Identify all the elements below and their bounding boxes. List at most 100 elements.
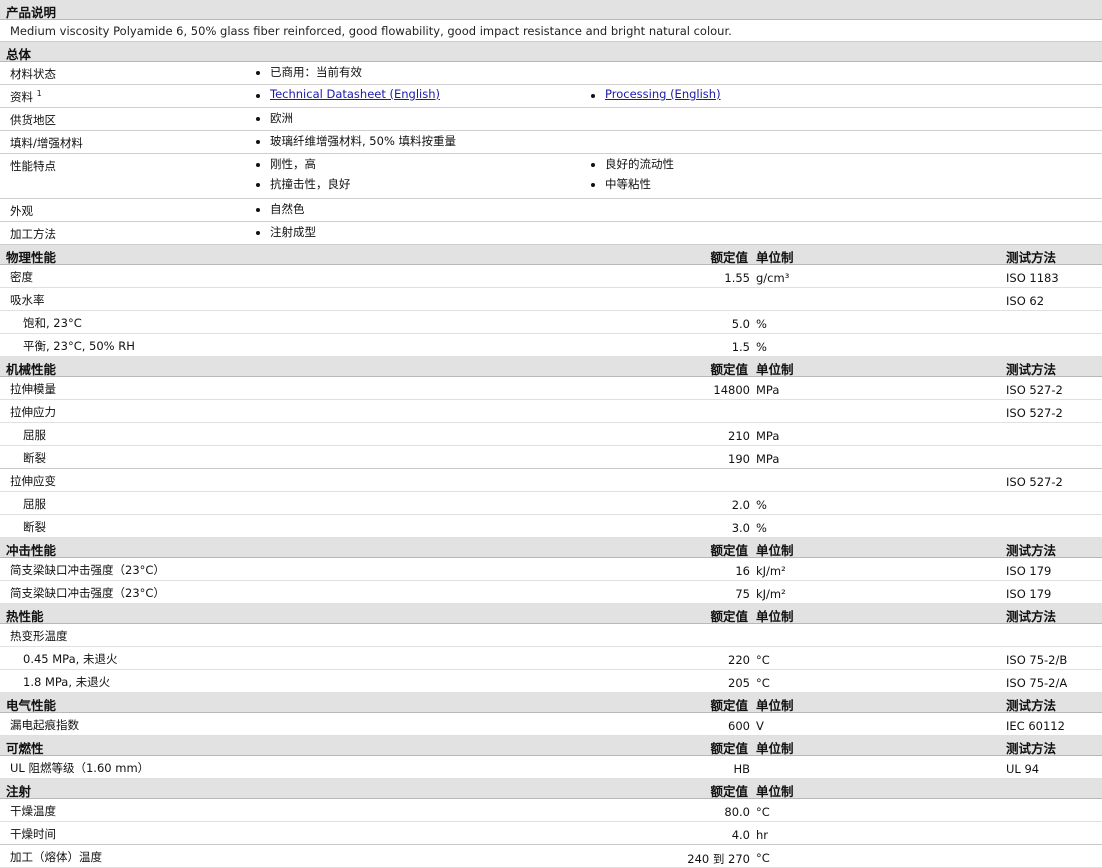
property-value: 14800 <box>713 383 750 397</box>
property-value: 205 <box>728 676 750 690</box>
nominal-value-header: 额定值 <box>710 250 748 265</box>
unit-header: 单位制 <box>756 698 794 713</box>
general-row-label-text: 供货地区 <box>10 113 56 127</box>
general-row-label-text: 资料 <box>10 90 33 104</box>
property-row: 简支梁缺口冲击强度（23°C） 75 kJ/m² ISO 179 <box>0 581 1102 604</box>
section-header: 热性能 额定值 单位制 测试方法 <box>0 604 1102 624</box>
property-value: 75 <box>735 587 750 601</box>
unit-header: 单位制 <box>756 362 794 377</box>
footnote-marker: 1 <box>36 89 42 99</box>
general-row-label-text: 材料状态 <box>10 67 56 81</box>
general-row-values: Technical Datasheet (English) Processing … <box>246 85 1102 107</box>
bullet-text: 玻璃纤维增强材料, 50% 填料按重量 <box>270 134 457 148</box>
datasheet-link[interactable]: Processing (English) <box>605 87 721 101</box>
property-row: 断裂 3.0% <box>0 515 1102 538</box>
bullet-item: 中等粘性 <box>581 176 1102 196</box>
general-row: 性能特点 刚性，高 良好的流动性抗撞击性，良好 中等粘性 <box>0 154 1102 199</box>
property-row: 1.8 MPa, 未退火 205 °C ISO 75-2/A <box>0 670 1102 693</box>
general-row-label: 材料状态 <box>0 62 246 84</box>
general-row-label-text: 加工方法 <box>10 227 56 241</box>
property-value: 1.55 <box>724 271 750 285</box>
general-rows: 材料状态 已商用：当前有效资料 1 Technical Datasheet (Eng… <box>0 62 1102 245</box>
bullet-text: 刚性，高 <box>270 157 316 171</box>
test-method: ISO 527-2 <box>1006 383 1063 397</box>
property-label: 0.45 MPa, 未退火 <box>23 652 118 666</box>
general-row-label: 供货地区 <box>0 108 246 130</box>
property-value: 16 <box>735 564 750 578</box>
property-value: 600 <box>728 719 750 733</box>
bullet-text: 抗撞击性，良好 <box>270 177 351 191</box>
general-row: 填料/增强材料 玻璃纤维增强材料, 50% 填料按重量 <box>0 131 1102 154</box>
property-row: 拉伸应变 ISO 527-2 <box>0 469 1102 492</box>
bullet-text: 良好的流动性 <box>605 157 674 171</box>
property-label: 吸水率 <box>10 293 45 307</box>
bullet-item: 玻璃纤维增强材料, 50% 填料按重量 <box>246 133 581 153</box>
general-header: 总体 <box>0 42 1102 62</box>
general-row-label-text: 性能特点 <box>10 159 56 173</box>
property-value: 210 <box>728 429 750 443</box>
test-method: ISO 527-2 <box>1006 475 1063 489</box>
section-header: 物理性能 额定值 单位制 测试方法 <box>0 245 1102 265</box>
nominal-value-header: 额定值 <box>710 362 748 377</box>
property-label: 屈服 <box>23 428 46 442</box>
unit-header: 单位制 <box>756 609 794 624</box>
property-row: 断裂 190 MPa <box>0 446 1102 469</box>
test-method-header: 测试方法 <box>1006 698 1057 713</box>
general-row: 供货地区 欧洲 <box>0 108 1102 131</box>
property-row: 平衡, 23°C, 50% RH 1.5% <box>0 334 1102 357</box>
property-unit: °C <box>756 805 770 819</box>
property-value: 240 到 270 <box>687 852 750 866</box>
property-label: 密度 <box>10 270 33 284</box>
property-value: 2.0 <box>731 498 750 512</box>
test-method-header: 测试方法 <box>1006 741 1057 756</box>
property-unit: MPa <box>756 452 780 466</box>
description-text: Medium viscosity Polyamide 6, 50% glass … <box>0 20 1102 42</box>
nominal-value-header: 额定值 <box>710 741 748 756</box>
property-label: UL 阻燃等级（1.60 mm） <box>10 761 150 775</box>
property-unit: kJ/m² <box>756 587 786 601</box>
property-row: 拉伸模量 14800 MPa ISO 527-2 <box>0 377 1102 400</box>
test-method: ISO 179 <box>1006 587 1052 601</box>
property-value: 1.5 <box>731 340 750 354</box>
property-row: 干燥时间 4.0 hr <box>0 822 1102 845</box>
general-title: 总体 <box>6 47 32 62</box>
property-label: 拉伸应力 <box>10 405 56 419</box>
property-row: UL 阻燃等级（1.60 mm） HB UL 94 <box>0 756 1102 779</box>
property-row: 密度 1.55 g/cm³ ISO 1183 <box>0 265 1102 288</box>
datasheet-link-item: Processing (English) <box>581 87 1102 107</box>
general-row-label-text: 外观 <box>10 204 33 218</box>
property-value: 220 <box>728 653 750 667</box>
section-title: 物理性能 <box>6 250 57 265</box>
test-method: ISO 62 <box>1006 294 1045 308</box>
property-unit: MPa <box>756 429 780 443</box>
property-unit: MPa <box>756 383 780 397</box>
test-method: ISO 527-2 <box>1006 406 1063 420</box>
general-row-values: 已商用：当前有效 <box>246 62 1102 84</box>
nominal-value-header: 额定值 <box>710 543 748 558</box>
property-unit: °C <box>756 653 770 667</box>
general-row-values: 自然色 <box>246 199 1102 221</box>
section-title: 注射 <box>6 784 32 799</box>
test-method: ISO 1183 <box>1006 271 1059 285</box>
description-header: 产品说明 <box>0 0 1102 20</box>
section-header: 机械性能 额定值 单位制 测试方法 <box>0 357 1102 377</box>
general-row: 加工方法 注射成型 <box>0 222 1102 245</box>
section-header: 注射 额定值 单位制 <box>0 779 1102 799</box>
test-method-header: 测试方法 <box>1006 362 1057 377</box>
datasheet-link[interactable]: Technical Datasheet (English) <box>270 87 440 101</box>
property-row: 简支梁缺口冲击强度（23°C） 16 kJ/m² ISO 179 <box>0 558 1102 581</box>
section-title: 机械性能 <box>6 362 57 377</box>
section-title: 可燃性 <box>6 741 44 756</box>
bullet-text: 已商用：当前有效 <box>270 65 362 79</box>
unit-header: 单位制 <box>756 741 794 756</box>
general-row: 资料 1 Technical Datasheet (English) Process… <box>0 85 1102 108</box>
unit-header: 单位制 <box>756 784 794 799</box>
property-label: 简支梁缺口冲击强度（23°C） <box>10 563 165 577</box>
test-method-header: 测试方法 <box>1006 543 1057 558</box>
general-row-label: 性能特点 <box>0 154 246 198</box>
property-label: 拉伸应变 <box>10 474 56 488</box>
bullet-text: 注射成型 <box>270 225 316 239</box>
property-label: 漏电起痕指数 <box>10 718 79 732</box>
bullet-text: 中等粘性 <box>605 177 651 191</box>
property-row: 0.45 MPa, 未退火 220 °C ISO 75-2/B <box>0 647 1102 670</box>
